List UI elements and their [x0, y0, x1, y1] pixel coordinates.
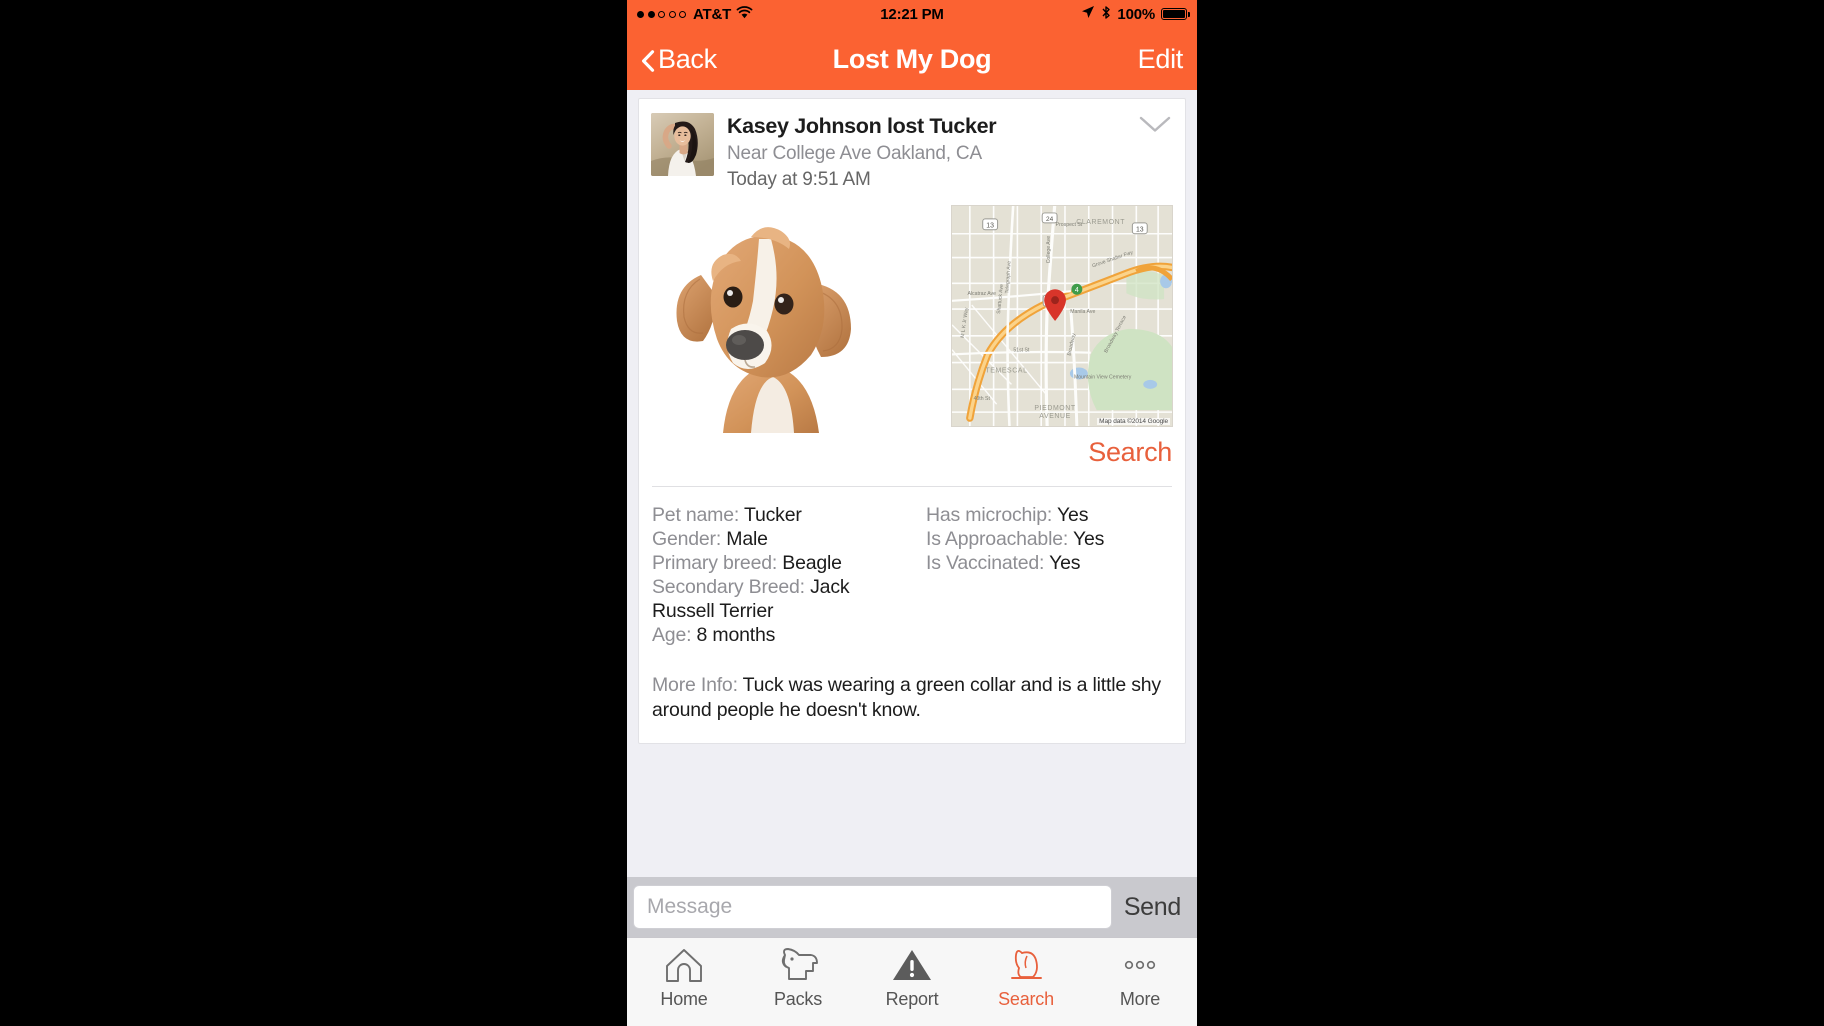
detail-label: Is Approachable:: [926, 527, 1069, 550]
svg-text:Manila Ave: Manila Ave: [1070, 309, 1095, 315]
home-icon: [663, 945, 705, 985]
bluetooth-icon: [1101, 5, 1111, 24]
pet-details-left-column: Pet name: Tucker Gender: Male Primary br…: [652, 503, 912, 647]
post-header: Kasey Johnson lost Tucker Near College A…: [639, 99, 1185, 196]
post-timestamp: Today at 9:51 AM: [727, 169, 871, 191]
chevron-down-icon: [1138, 113, 1172, 140]
svg-text:40th St: 40th St: [974, 396, 991, 402]
detail-value: Yes: [1057, 503, 1089, 526]
detail-value: 8 months: [696, 623, 776, 646]
dog-sitting-icon: [1005, 945, 1047, 985]
detail-row: Age: 8 months: [652, 623, 912, 647]
ellipsis-icon: [1119, 945, 1161, 985]
tab-report[interactable]: Report: [855, 945, 969, 1010]
detail-label: Has microchip:: [926, 503, 1053, 526]
tab-more[interactable]: More: [1083, 945, 1197, 1010]
detail-label: Age:: [652, 623, 692, 646]
svg-text:Mountain View Cemetery: Mountain View Cemetery: [1074, 374, 1132, 380]
detail-row: Gender: Male: [652, 527, 912, 551]
map-attribution: Map data ©2014 Google: [1097, 417, 1170, 425]
svg-text:51st St: 51st St: [1013, 348, 1030, 354]
search-link-row: Search: [639, 433, 1185, 468]
lost-pet-post-card: Kasey Johnson lost Tucker Near College A…: [638, 98, 1186, 744]
detail-label: Gender:: [652, 527, 722, 550]
message-bar: Send: [627, 877, 1197, 937]
detail-value: Tucker: [743, 503, 802, 526]
detail-row: Pet name: Tucker: [652, 503, 912, 527]
status-bar-left: AT&T: [637, 6, 753, 23]
pet-details: Pet name: Tucker Gender: Male Primary br…: [639, 487, 1185, 647]
detail-value: Yes: [1049, 551, 1081, 574]
svg-text:CLAREMONT: CLAREMONT: [1076, 219, 1125, 226]
detail-label: Secondary Breed:: [652, 575, 805, 598]
detail-row: Has microchip: Yes: [926, 503, 1172, 527]
navigation-bar: Back Lost My Dog Edit: [627, 28, 1197, 90]
detail-label: Pet name:: [652, 503, 740, 526]
avatar[interactable]: [651, 113, 714, 176]
battery-full-icon: [1161, 8, 1190, 20]
phone-screen: AT&T 12:21 PM 100% Back Lost My Dog Edit…: [627, 0, 1197, 1026]
svg-text:13: 13: [986, 222, 994, 229]
svg-text:College Ave: College Ave: [1046, 236, 1052, 263]
warning-triangle-icon: [891, 945, 933, 985]
svg-text:13: 13: [1136, 226, 1144, 233]
detail-value: Male: [726, 527, 768, 550]
tab-label: More: [1119, 989, 1161, 1009]
location-arrow-icon: [1081, 5, 1095, 23]
svg-text:AVENUE: AVENUE: [1039, 413, 1071, 420]
signal-strength-dots: [637, 10, 686, 18]
detail-label: Primary breed:: [652, 551, 778, 574]
svg-text:4: 4: [1075, 287, 1079, 294]
status-bar-right: 100%: [1081, 5, 1190, 24]
back-button-label: Back: [658, 43, 717, 74]
collapse-post-button[interactable]: [1135, 113, 1175, 143]
back-button[interactable]: Back: [641, 44, 717, 75]
battery-percent-label: 100%: [1117, 5, 1155, 23]
carrier-label: AT&T: [693, 5, 732, 23]
map-thumbnail[interactable]: 13 13 24 24 4 CLAREMONT: [951, 204, 1173, 427]
tab-label: Report: [885, 989, 939, 1009]
wifi-icon: [736, 5, 753, 23]
post-title: Kasey Johnson lost Tucker: [727, 114, 997, 138]
status-bar: AT&T 12:21 PM 100%: [627, 0, 1197, 28]
tab-bar: Home Packs Report Search More: [627, 937, 1197, 1026]
tab-search[interactable]: Search: [969, 945, 1083, 1010]
pet-photo[interactable]: [651, 204, 889, 433]
tab-label: Packs: [773, 989, 823, 1009]
tab-label: Home: [660, 989, 708, 1009]
screenshot-stage: AT&T 12:21 PM 100% Back Lost My Dog Edit…: [0, 0, 1824, 1026]
detail-label: Is Vaccinated:: [926, 551, 1045, 574]
message-input[interactable]: [633, 885, 1112, 929]
search-link[interactable]: Search: [1088, 437, 1172, 467]
svg-text:TEMESCAL: TEMESCAL: [985, 367, 1027, 374]
scroll-content[interactable]: Kasey Johnson lost Tucker Near College A…: [627, 90, 1197, 889]
dog-head-icon: [776, 945, 820, 985]
detail-row: Is Approachable: Yes: [926, 527, 1172, 551]
edit-button[interactable]: Edit: [1138, 44, 1184, 75]
chevron-left-icon: [641, 48, 655, 72]
more-info-label: More Info:: [652, 673, 738, 696]
tab-label: Search: [998, 989, 1054, 1009]
detail-value: Beagle: [782, 551, 842, 574]
pet-details-right-column: Has microchip: Yes Is Approachable: Yes …: [912, 503, 1172, 647]
tab-home[interactable]: Home: [627, 945, 741, 1010]
svg-text:24: 24: [1046, 216, 1054, 223]
detail-value: Yes: [1072, 527, 1105, 550]
post-location: Near College Ave Oakland, CA: [727, 143, 982, 165]
more-info: More Info: Tuck was wearing a green coll…: [639, 647, 1185, 743]
svg-text:PIEDMONT: PIEDMONT: [1034, 405, 1075, 412]
svg-text:Prospect St: Prospect St: [1056, 222, 1083, 228]
post-meta: Kasey Johnson lost Tucker Near College A…: [714, 113, 1173, 192]
media-row: 13 13 24 24 4 CLAREMONT: [639, 196, 1185, 433]
tab-packs[interactable]: Packs: [741, 945, 855, 1010]
detail-row: Secondary Breed: Jack Russell Terrier: [652, 575, 912, 623]
send-button[interactable]: Send: [1112, 893, 1191, 922]
detail-row: Is Vaccinated: Yes: [926, 551, 1172, 575]
detail-row: Primary breed: Beagle: [652, 551, 912, 575]
svg-text:Alcatraz Ave: Alcatraz Ave: [967, 291, 996, 297]
